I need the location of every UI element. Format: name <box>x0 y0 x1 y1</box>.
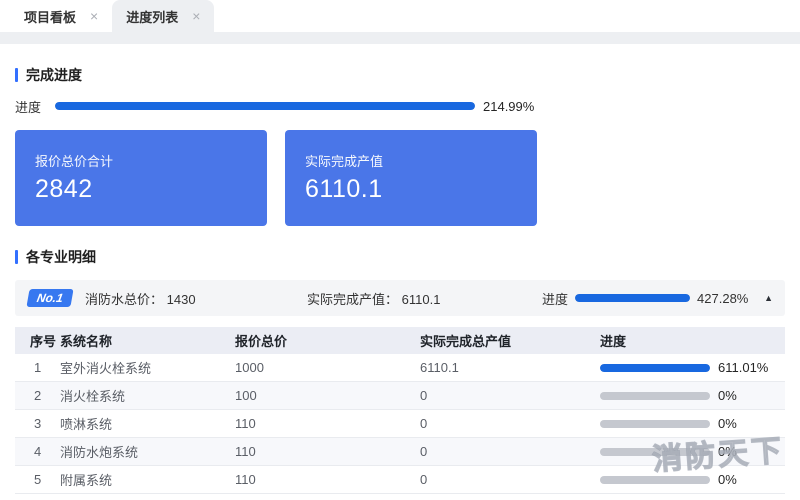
cell-system-name: 消火栓系统 <box>60 386 235 405</box>
col-header-index: 序号 <box>15 331 60 350</box>
cell-progress: 611.01% <box>600 360 785 375</box>
cell-quote-price: 110 <box>235 444 420 459</box>
page-content: 完成进度 进度 214.99% 报价总价合计 2842 实际完成产值 6110.… <box>0 65 800 494</box>
summary-progress-fill <box>575 294 690 302</box>
title-marker <box>15 68 18 82</box>
table-row[interactable]: 3 喷淋系统 110 0 0% <box>15 410 785 438</box>
section-title-detail: 各专业明细 <box>15 247 785 267</box>
title-marker <box>15 250 18 264</box>
cell-progress: 0% <box>600 416 785 431</box>
stat-card-value: 6110.1 <box>305 175 517 204</box>
col-header-actual-output: 实际完成总产值 <box>420 331 600 350</box>
cell-progress: 0% <box>600 472 785 487</box>
cell-progress: 0% <box>600 388 785 403</box>
cell-system-name: 室外消火栓系统 <box>60 358 235 377</box>
cell-quote-price: 110 <box>235 416 420 431</box>
summary-actual-value: 6110.1 <box>402 292 441 307</box>
row-progress-bar <box>600 420 710 428</box>
table-row[interactable]: 4 消防水炮系统 110 0 0% <box>15 438 785 466</box>
tab-project-board-label: 项目看板 <box>24 7 76 26</box>
cell-actual-output: 0 <box>420 444 600 459</box>
row-progress-percent: 0% <box>718 444 737 459</box>
stat-card-label: 实际完成产值 <box>305 151 517 170</box>
summary-progress-percent: 427.28% <box>697 291 748 306</box>
close-icon[interactable]: × <box>192 9 200 23</box>
col-header-progress: 进度 <box>600 331 785 350</box>
col-header-system-name: 系统名称 <box>60 331 235 350</box>
cell-index: 5 <box>15 472 60 487</box>
section-title-detail-text: 各专业明细 <box>26 247 96 267</box>
collapse-arrow-icon[interactable]: ▲ <box>764 293 773 303</box>
cell-actual-output: 6110.1 <box>420 360 600 375</box>
overall-progress-bar <box>55 102 475 110</box>
cell-index: 3 <box>15 416 60 431</box>
table-row[interactable]: 2 消火栓系统 100 0 0% <box>15 382 785 410</box>
tab-progress-list-label: 进度列表 <box>126 7 178 26</box>
row-progress-percent: 611.01% <box>718 360 768 375</box>
summary-progress-label: 进度 <box>542 289 568 308</box>
summary-quote: 消防水总价： 1430 <box>85 289 307 308</box>
cell-system-name: 喷淋系统 <box>60 414 235 433</box>
stat-card-value: 2842 <box>35 175 247 204</box>
overall-progress-percent: 214.99% <box>483 99 534 114</box>
overall-progress-fill <box>55 102 475 110</box>
col-header-quote-price: 报价总价 <box>235 331 420 350</box>
cell-quote-price: 100 <box>235 388 420 403</box>
overall-progress-label: 进度 <box>15 97 55 116</box>
cell-index: 1 <box>15 360 60 375</box>
systems-table: 序号 系统名称 报价总价 实际完成总产值 进度 1 室外消火栓系统 1000 6… <box>15 327 785 494</box>
tab-progress-list[interactable]: 进度列表 × <box>112 0 214 32</box>
row-progress-percent: 0% <box>718 472 737 487</box>
table-body: 1 室外消火栓系统 1000 6110.1 611.01% 2 消火栓系统 10… <box>15 354 785 494</box>
row-progress-percent: 0% <box>718 388 737 403</box>
summary-actual-label: 实际完成产值： <box>307 292 398 307</box>
summary-quote-value: 1430 <box>167 292 196 307</box>
stat-cards: 报价总价合计 2842 实际完成产值 6110.1 <box>15 130 785 226</box>
row-progress-bar <box>600 448 710 456</box>
cell-actual-output: 0 <box>420 472 600 487</box>
row-progress-bar <box>600 364 710 372</box>
cell-actual-output: 0 <box>420 416 600 431</box>
summary-progress-bar <box>575 294 690 302</box>
tab-project-board[interactable]: 项目看板 × <box>10 0 112 32</box>
cell-system-name: 附属系统 <box>60 470 235 489</box>
section-title-completion: 完成进度 <box>15 65 785 85</box>
tab-bar: 项目看板 × 进度列表 × <box>0 0 800 32</box>
table-header-row: 序号 系统名称 报价总价 实际完成总产值 进度 <box>15 327 785 354</box>
cell-quote-price: 1000 <box>235 360 420 375</box>
rank-badge-text: No.1 <box>36 291 64 305</box>
row-progress-bar <box>600 392 710 400</box>
section-title-completion-text: 完成进度 <box>26 65 82 85</box>
overall-progress-row: 进度 214.99% <box>15 98 785 114</box>
stat-card-actual-output: 实际完成产值 6110.1 <box>285 130 537 226</box>
stat-card-quote-total: 报价总价合计 2842 <box>15 130 267 226</box>
row-progress-percent: 0% <box>718 416 737 431</box>
specialty-summary-row[interactable]: No.1 消防水总价： 1430 实际完成产值： 6110.1 进度 427.2… <box>15 280 785 316</box>
tab-strip-divider <box>0 32 800 44</box>
summary-quote-label: 消防水总价： <box>85 292 163 307</box>
cell-system-name: 消防水炮系统 <box>60 442 235 461</box>
row-progress-bar <box>600 476 710 484</box>
close-icon[interactable]: × <box>90 9 98 23</box>
cell-index: 2 <box>15 388 60 403</box>
table-row[interactable]: 1 室外消火栓系统 1000 6110.1 611.01% <box>15 354 785 382</box>
summary-progress: 进度 427.28% <box>542 289 748 308</box>
cell-index: 4 <box>15 444 60 459</box>
stat-card-label: 报价总价合计 <box>35 151 247 170</box>
rank-badge: No.1 <box>26 289 73 307</box>
table-row[interactable]: 5 附属系统 110 0 0% <box>15 466 785 494</box>
cell-progress: 0% <box>600 444 785 459</box>
summary-actual: 实际完成产值： 6110.1 <box>307 289 542 308</box>
cell-actual-output: 0 <box>420 388 600 403</box>
cell-quote-price: 110 <box>235 472 420 487</box>
